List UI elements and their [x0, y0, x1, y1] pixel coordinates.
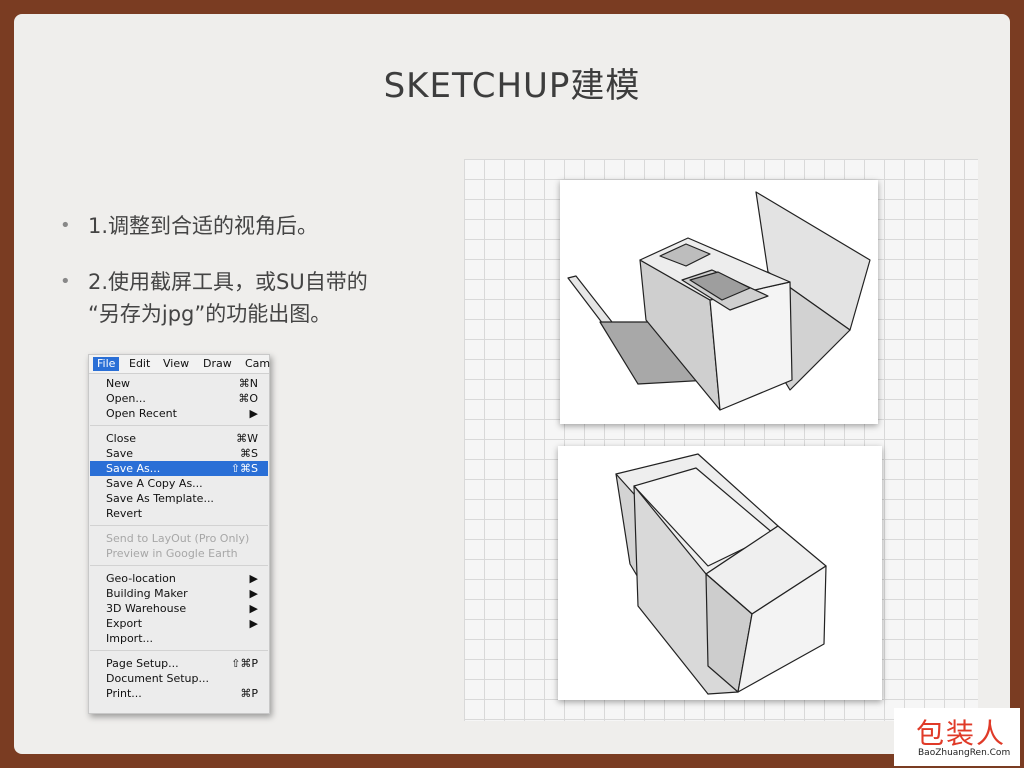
file-menu: File Edit View Draw Cam New ⌘N Open... ⌘O …	[88, 354, 270, 714]
menu-item-page-setup[interactable]: Page Setup... ⇧⌘P	[90, 656, 268, 671]
menu-item-save[interactable]: Save ⌘S	[90, 446, 268, 461]
menu-separator	[90, 425, 268, 426]
bullet-dot: •	[60, 271, 71, 292]
menu-item-preview-google-earth: Preview in Google Earth	[106, 547, 238, 560]
bullet-2-line2: “另存为jpg”的功能出图。	[88, 302, 332, 326]
chevron-right-icon: ▶	[249, 587, 258, 600]
bullet-2: • 2.使用截屏工具，或SU自带的 “另存为jpg”的功能出图。	[60, 266, 440, 330]
menu-separator	[90, 650, 268, 651]
slide-title: SKETCHUP建模	[383, 66, 641, 106]
bullet-1-text: 1.调整到合适的视角后。	[88, 214, 319, 238]
chevron-right-icon: ▶	[249, 407, 258, 420]
menu-item-export[interactable]: Export ▶	[90, 616, 268, 631]
logo-en-text: BaoZhuangRen.Com	[918, 748, 1011, 758]
slide: SKETCHUP建模 • 1.调整到合适的视角后。 • 2.使用截屏工具，或SU…	[14, 14, 1010, 754]
slide-frame: SKETCHUP建模 • 1.调整到合适的视角后。 • 2.使用截屏工具，或SU…	[0, 0, 1024, 768]
menu-item-import[interactable]: Import...	[90, 631, 268, 646]
menu-separator	[90, 565, 268, 566]
menu-item-save-as[interactable]: Save As... ⇧⌘S	[90, 461, 268, 476]
bullet-dot: •	[60, 215, 71, 236]
menu-view[interactable]: View	[163, 357, 189, 371]
chevron-right-icon: ▶	[249, 572, 258, 585]
menu-item-print[interactable]: Print... ⌘P	[90, 686, 268, 701]
render-closed-box	[558, 446, 882, 700]
menu-item-save-as-template[interactable]: Save As Template...	[90, 491, 268, 506]
menu-item-building-maker[interactable]: Building Maker ▶	[90, 586, 268, 601]
menu-item-save-copy-as[interactable]: Save A Copy As...	[90, 476, 268, 491]
bullet-1: • 1.调整到合适的视角后。	[60, 210, 440, 242]
menu-file[interactable]: File	[93, 357, 120, 371]
menu-item-open[interactable]: Open... ⌘O	[90, 391, 268, 406]
bullet-list: • 1.调整到合适的视角后。 • 2.使用截屏工具，或SU自带的 “另存为jpg…	[60, 210, 440, 354]
menu-item-send-to-layout: Send to LayOut (Pro Only)	[106, 532, 250, 545]
logo-cn-text: 包装人	[916, 717, 1007, 750]
closed-box-drawing	[615, 453, 827, 695]
menu-item-document-setup[interactable]: Document Setup...	[90, 671, 268, 686]
menu-draw[interactable]: Draw	[203, 357, 232, 371]
brand-logo: 包装人 BaoZhuangRen.Com	[894, 708, 1020, 766]
menu-item-revert[interactable]: Revert	[90, 506, 268, 521]
menu-item-3d-warehouse[interactable]: 3D Warehouse ▶	[90, 601, 268, 616]
render-open-box	[560, 180, 878, 424]
menu-item-close[interactable]: Close ⌘W	[90, 431, 268, 446]
menu-item-geo-location[interactable]: Geo-location ▶	[90, 571, 268, 586]
menu-camera[interactable]: Cam	[245, 357, 270, 371]
menu-separator	[90, 525, 268, 526]
chevron-right-icon: ▶	[249, 602, 258, 615]
chevron-right-icon: ▶	[249, 617, 258, 630]
menu-item-new[interactable]: New ⌘N	[90, 376, 268, 391]
menu-item-open-recent[interactable]: Open Recent ▶	[90, 406, 268, 421]
open-box-drawing	[567, 191, 871, 411]
menu-bar: File Edit View Draw Cam	[89, 355, 270, 374]
menu-edit[interactable]: Edit	[129, 357, 150, 371]
bullet-2-line1: 2.使用截屏工具，或SU自带的	[88, 270, 368, 294]
